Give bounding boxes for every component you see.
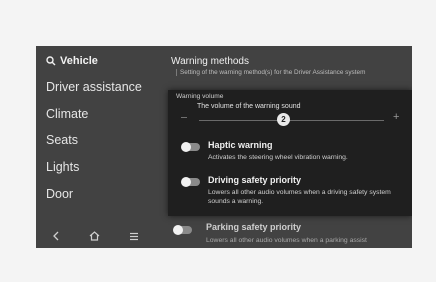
back-icon [52, 231, 59, 241]
parking-safety-priority-title: Parking safety priority [206, 222, 302, 232]
volume-label: Warning volume [176, 93, 224, 100]
search-icon [46, 56, 56, 66]
settings-panel: Warning methods Setting of the warning m… [154, 46, 412, 248]
sidebar-item-driver-assistance[interactable]: Driver assistance [46, 80, 142, 94]
sidebar-item-lights[interactable]: Lights [46, 160, 79, 174]
home-button[interactable] [83, 226, 107, 246]
driving-safety-priority-description: Lowers all other audio volumes when a dr… [208, 189, 391, 205]
search-label: Vehicle [60, 55, 98, 67]
haptic-warning-title: Haptic warning [208, 140, 273, 150]
back-button[interactable] [44, 226, 68, 246]
haptic-warning-description: Activates the steering wheel vibration w… [208, 154, 348, 161]
sidebar-item-climate[interactable]: Climate [46, 107, 88, 121]
section-title: Warning methods [171, 56, 249, 67]
search-button[interactable]: Vehicle [46, 55, 98, 67]
infotainment-screen: Vehicle Driver assistance Climate Seats … [36, 46, 412, 248]
parking-safety-priority-toggle[interactable] [173, 225, 192, 235]
haptic-warning-toggle[interactable] [181, 142, 200, 152]
volume-slider-track[interactable] [199, 120, 384, 121]
warning-volume-popup: Warning volume The volume of the warning… [168, 90, 412, 216]
section-description: Setting of the warning method(s) for the… [176, 69, 405, 76]
sidebar-item-door[interactable]: Door [46, 187, 73, 201]
volume-slider-knob[interactable]: 2 [277, 113, 290, 126]
volume-decrease-button[interactable] [181, 117, 187, 118]
driving-safety-priority-toggle[interactable] [181, 177, 200, 187]
home-icon [90, 231, 100, 241]
volume-description: The volume of the warning sound [197, 103, 301, 110]
driving-safety-priority-title: Driving safety priority [208, 175, 302, 185]
menu-button[interactable] [122, 226, 146, 246]
sidebar: Vehicle Driver assistance Climate Seats … [36, 46, 154, 248]
volume-increase-button[interactable]: + [393, 111, 399, 123]
parking-safety-priority-description: Lowers all other audio volumes when a pa… [206, 237, 367, 244]
sidebar-item-seats[interactable]: Seats [46, 133, 78, 147]
bottom-nav-bar [36, 224, 154, 248]
menu-icon [130, 232, 139, 240]
